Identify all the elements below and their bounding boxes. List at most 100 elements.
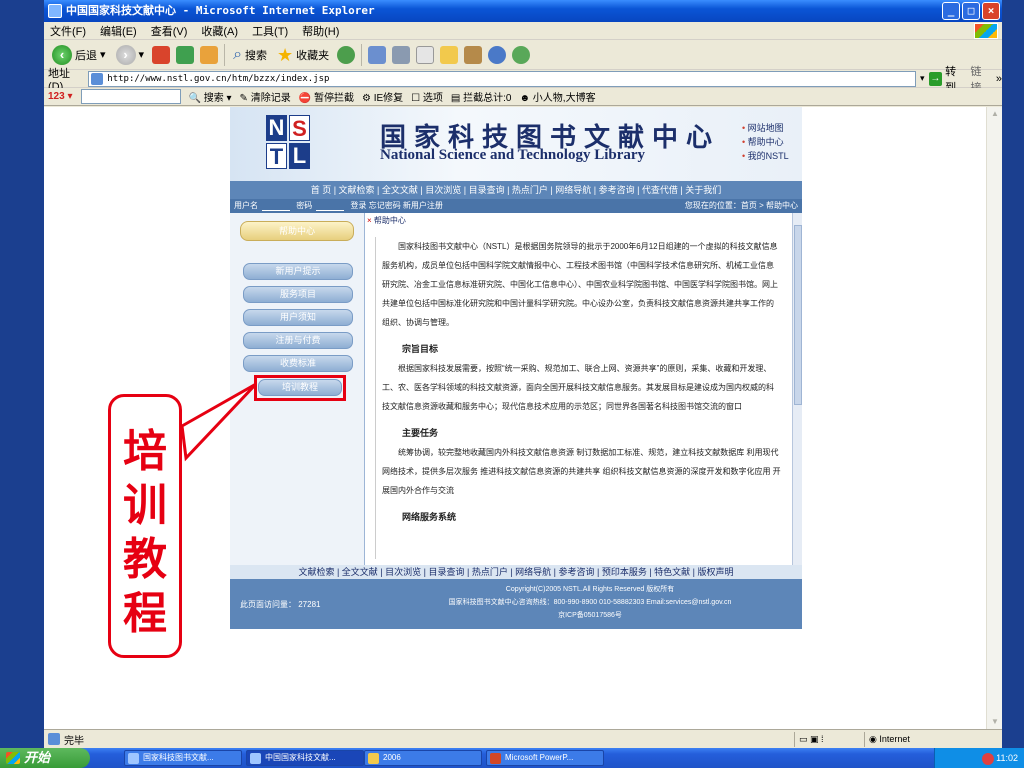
research-icon[interactable] (464, 45, 483, 64)
menu-favorites[interactable]: 收藏(A) (201, 23, 238, 39)
maximize-button[interactable]: □ (962, 2, 980, 20)
home-icon[interactable] (200, 45, 219, 64)
blog-link-label: 小人物,大博客 (532, 93, 596, 104)
back-button[interactable]: ‹ 后退 ▾ (50, 43, 108, 67)
site-nav[interactable]: 首 页 | 文献检索 | 全文文献 | 目次浏览 | 目录查询 | 热点门户 |… (230, 181, 802, 199)
window-title: 中国国家科技文献中心 - Microsoft Internet Explorer (66, 4, 375, 17)
links-chevron-icon[interactable]: » (996, 73, 1002, 85)
username-input[interactable] (262, 201, 290, 211)
task-label-2: 中国国家科技文献... (265, 753, 336, 762)
sidebar-item-register-pay[interactable]: 注册与付费 (243, 332, 353, 349)
article-scrollbar[interactable] (792, 213, 802, 565)
task-item-folder[interactable]: 2006 (364, 750, 482, 766)
powerpoint-icon (490, 753, 501, 764)
menu-file[interactable]: 文件(F) (50, 23, 86, 39)
menu-view[interactable]: 查看(V) (151, 23, 188, 39)
popup-block-label: 暂停拦截 (313, 93, 354, 104)
blog-link[interactable]: ☻ 小人物,大博客 (519, 89, 595, 104)
menu-tools[interactable]: 工具(T) (252, 23, 288, 39)
back-dropdown-icon[interactable]: ▾ (100, 48, 106, 61)
status-text: 完毕 (64, 735, 84, 747)
menu-help[interactable]: 帮助(H) (302, 23, 339, 39)
clear-history-button[interactable]: ✎ 清除记录 (240, 89, 291, 104)
addon-search-button[interactable]: 🔍 搜索 ▾ (189, 89, 232, 104)
popup-block-button[interactable]: ⛔ 暂停拦截 (299, 89, 354, 104)
close-button[interactable]: × (982, 2, 1000, 20)
folder-icon[interactable] (440, 45, 459, 64)
mail-icon[interactable] (368, 45, 387, 64)
addon-search-input[interactable] (80, 89, 181, 104)
help-center-heading[interactable]: 帮助中心 (240, 221, 354, 241)
task-label-4: Microsoft PowerP... (505, 753, 574, 762)
security-zone: ◉ Internet (864, 732, 1002, 747)
edit-icon[interactable] (416, 45, 435, 64)
search-icon: ⌕ (233, 45, 243, 63)
help-center-link[interactable]: 帮助中心 (742, 135, 789, 149)
refresh-icon[interactable] (176, 45, 195, 64)
tray-icon[interactable] (981, 752, 994, 765)
favorites-button[interactable]: ★ 收藏夹 (275, 43, 331, 67)
logo-letter-t: T (266, 143, 287, 169)
login-actions[interactable]: 登录 忘记密码 新用户注册 (350, 201, 442, 210)
password-label: 密码 (296, 201, 313, 210)
footer-nav[interactable]: 文献检索 | 全文文献 | 目次浏览 | 目录查询 | 热点门户 | 网络导航 … (230, 565, 802, 579)
my-nstl-link[interactable]: 我的NSTL (742, 149, 789, 163)
zone-label: Internet (879, 734, 910, 744)
print-icon[interactable] (392, 45, 411, 64)
site-title-en: National Science and Technology Library (380, 147, 646, 163)
ie-icon (128, 753, 139, 764)
go-arrow-icon: → (928, 71, 943, 86)
forward-button[interactable]: › ▾ (114, 43, 147, 67)
forward-dropdown-icon[interactable]: ▾ (139, 48, 145, 61)
ie-app-icon (48, 4, 62, 18)
start-button[interactable]: 开始 (0, 748, 90, 768)
sidebar-item-new-user[interactable]: 新用户提示 (243, 263, 353, 280)
panel-title: × 帮助中心 (367, 215, 406, 226)
scroll-down-icon[interactable]: ▼ (988, 715, 1002, 729)
ie-repair-button[interactable]: ⚙ IE修复 (362, 89, 403, 104)
status-bar: 完毕 ▭ ▣ ⁞ ◉ Internet (44, 729, 1002, 748)
messenger-icon[interactable] (488, 45, 507, 64)
stop-icon[interactable] (152, 45, 171, 64)
callout-text: 培训教程 (123, 426, 167, 639)
task-item-nstl-1[interactable]: 国家科技图书文献... (124, 750, 242, 766)
contact-line: 国家科技图书文献中心咨询热线：800-990-8900 010-58882303… (448, 599, 732, 606)
forward-arrow-icon: › (115, 44, 136, 65)
highlight-box (254, 375, 346, 401)
site-footer: 此页面访问量： 27281 Copyright(C)2005 NSTL.All … (230, 579, 802, 629)
options-button[interactable]: ☐ 选项 (411, 89, 443, 104)
address-dropdown-icon[interactable]: ▾ (920, 73, 925, 84)
blocked-count-label: 拦截总计:0 (463, 93, 512, 104)
article-scroll-thumb[interactable] (794, 225, 802, 405)
folder-icon (368, 753, 379, 764)
site-banner: N S T L 国家科技图书文献中心 National Science and … (230, 107, 802, 181)
title-bar[interactable]: 中国国家科技文献中心 - Microsoft Internet Explorer… (44, 0, 1002, 22)
copyright-block: Copyright(C)2005 NSTL.All Rights Reserve… (380, 583, 800, 622)
close-mark-icon[interactable]: × (367, 216, 374, 225)
sidebar-item-fees[interactable]: 收费标准 (243, 355, 353, 372)
location-breadcrumb: 您现在的位置：首页 > 帮助中心 (684, 201, 798, 210)
minimize-button[interactable]: _ (942, 2, 960, 20)
help-article: 国家科技图书文献中心（NSTL）是根据国务院领导的批示于2000年6月12日组建… (375, 237, 787, 559)
task-item-powerpoint[interactable]: Microsoft PowerP... (486, 750, 604, 766)
network-heading: 网络服务系统 (402, 512, 457, 522)
sidebar-item-user-notice[interactable]: 用户须知 (243, 309, 353, 326)
password-input[interactable] (316, 201, 345, 211)
history-icon[interactable] (337, 45, 356, 64)
copyright-line: Copyright(C)2005 NSTL.All Rights Reserve… (505, 586, 675, 593)
sidebar-item-services[interactable]: 服务项目 (243, 286, 353, 303)
address-input[interactable]: http://www.nstl.gov.cn/htm/bzzx/index.js… (88, 70, 916, 87)
icp-line: 京ICP备05017586号 (558, 612, 622, 619)
page-scrollbar[interactable]: ▲ ▼ (986, 107, 1002, 729)
search-button[interactable]: ⌕ 搜索 (231, 43, 269, 67)
nstl-logo[interactable]: N S T L (266, 115, 312, 171)
menu-edit[interactable]: 编辑(E) (100, 23, 137, 39)
people-icon[interactable] (512, 45, 531, 64)
sitemap-link[interactable]: 网站地图 (742, 121, 789, 135)
status-tools[interactable]: ▭ ▣ ⁞ (794, 732, 844, 747)
addon-brand[interactable]: 123 ▾ (48, 91, 73, 102)
help-content-panel: × 帮助中心 国家科技图书文献中心（NSTL）是根据国务院领导的批示于2000年… (364, 213, 802, 565)
task-item-nstl-2[interactable]: 中国国家科技文献... (246, 750, 364, 766)
login-bar: 用户名 密码 登录 忘记密码 新用户注册 您现在的位置：首页 > 帮助中心 (230, 199, 802, 213)
scroll-up-icon[interactable]: ▲ (988, 107, 1002, 121)
